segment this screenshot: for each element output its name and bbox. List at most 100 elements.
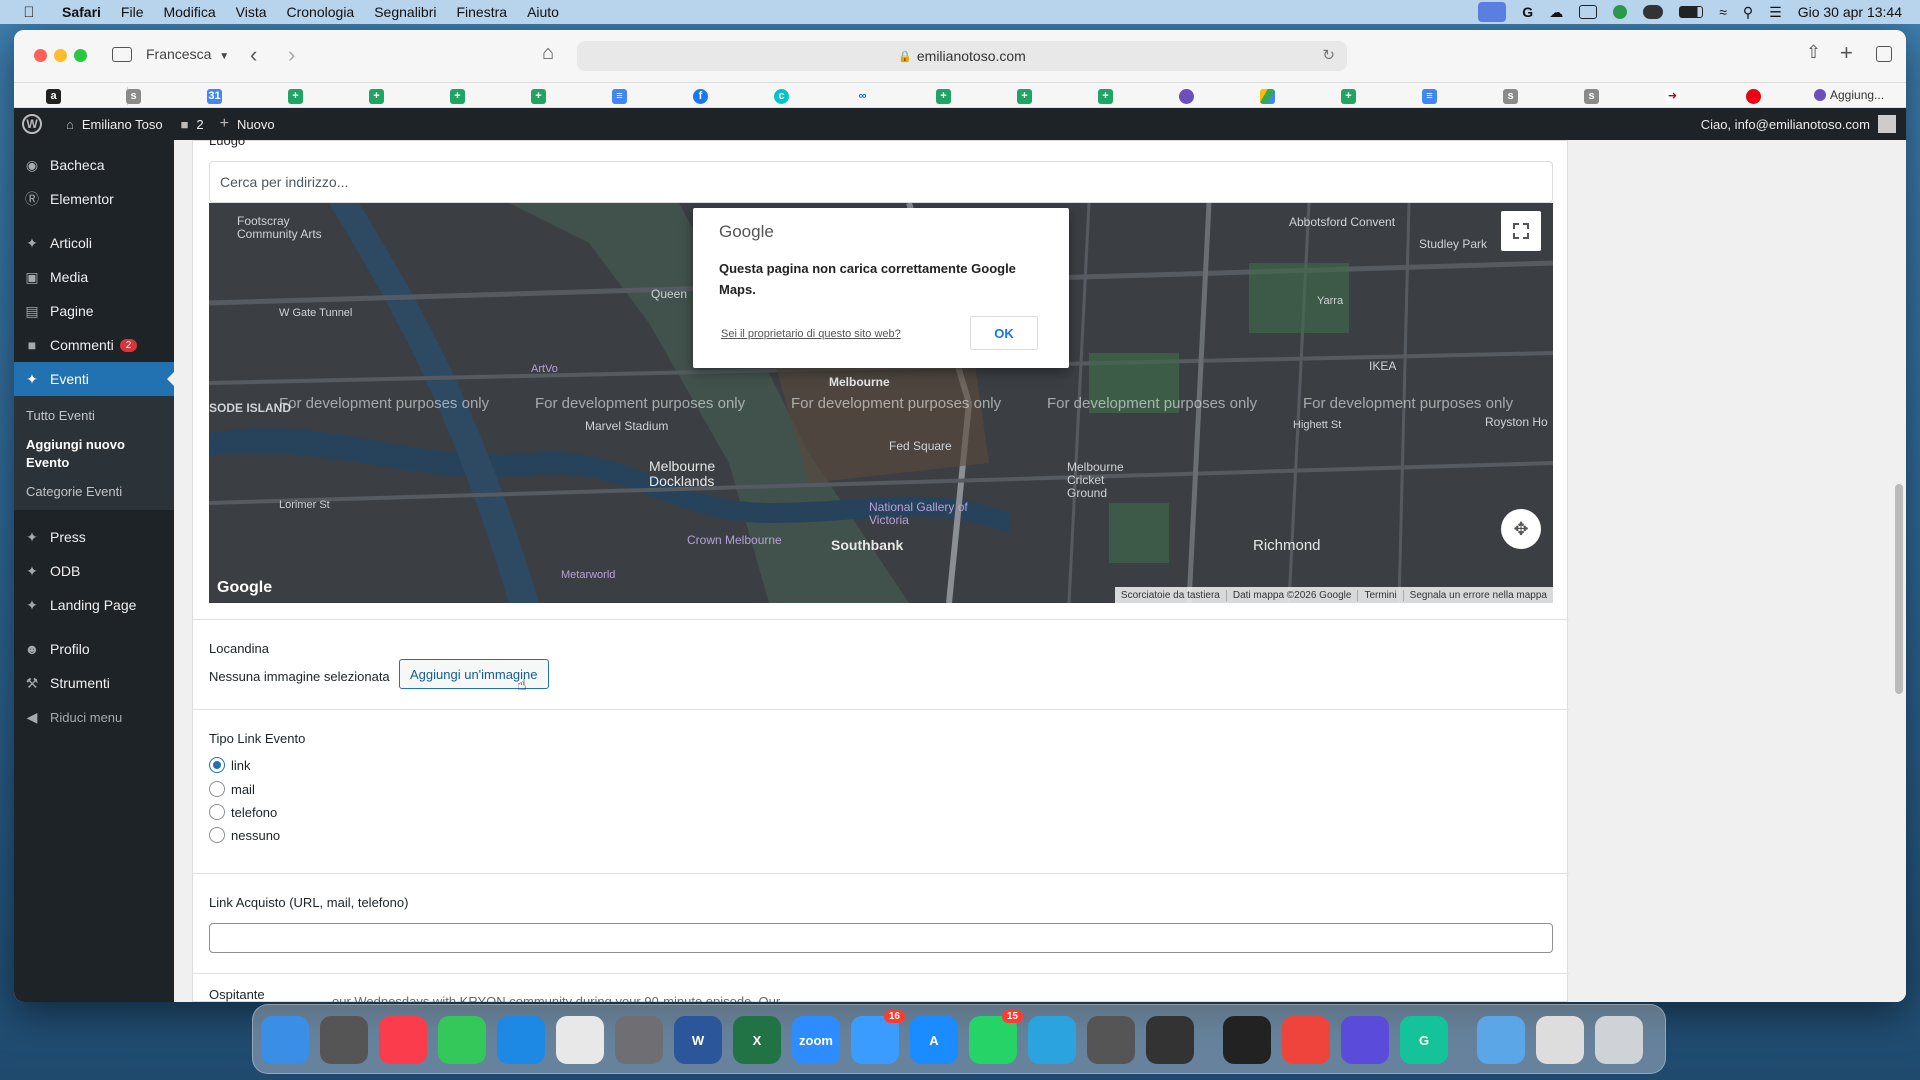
wordpress-logo-icon[interactable]: W	[22, 114, 42, 134]
red-bookmark-icon[interactable]	[1746, 89, 1761, 104]
sidebar-item-articoli[interactable]: ✦ Articoli	[14, 226, 174, 260]
forward-icon[interactable]: ›	[288, 42, 295, 68]
sidebar-item-eventi[interactable]: ✦ Eventi	[14, 362, 174, 396]
menu-modifica[interactable]: Modifica	[163, 4, 215, 20]
sheets-bookmark-icon[interactable]: +	[288, 89, 303, 104]
dock-whatsapp-icon[interactable]: 15	[969, 1010, 1023, 1064]
sidebar-item-media[interactable]: ▣ Media	[14, 260, 174, 294]
radio-nessuno[interactable]: nessuno	[209, 827, 280, 843]
green-status-icon[interactable]	[1613, 5, 1628, 19]
terms-link[interactable]: Termini	[1358, 589, 1404, 601]
drive-bookmark-icon[interactable]	[1260, 89, 1275, 104]
sheets-bookmark-icon[interactable]: +	[450, 89, 465, 104]
menu-app-name[interactable]: Safari	[62, 4, 101, 20]
docs-bookmark-icon[interactable]: ≡	[1422, 89, 1437, 104]
dock-grammarly-app-icon[interactable]: G	[1400, 1016, 1448, 1064]
submenu-tutto-eventi[interactable]: Tutto Eventi	[26, 408, 95, 423]
dock-launchpad-icon[interactable]	[320, 1016, 368, 1064]
report-error-link[interactable]: Segnala un errore nella mappa	[1404, 590, 1553, 601]
sidebar-item-press[interactable]: ✦ Press	[14, 520, 174, 554]
dock-excel-icon[interactable]: X	[733, 1016, 781, 1064]
dock-safari-icon[interactable]	[497, 1016, 545, 1064]
radio-circle[interactable]	[209, 781, 225, 797]
address-bar[interactable]: 🔒 emilianotoso.com ↻	[577, 41, 1347, 71]
menu-vista[interactable]: Vista	[236, 4, 267, 20]
add-bookmark-link[interactable]: Aggiung...	[1814, 88, 1884, 102]
new-content-link[interactable]: Nuovo	[237, 117, 275, 132]
comments-icon[interactable]: ■	[181, 117, 189, 132]
radio-circle[interactable]	[209, 757, 225, 773]
screen-share-icon[interactable]	[1478, 2, 1507, 22]
dock-anydesk-icon[interactable]	[1282, 1016, 1330, 1064]
cloud-icon[interactable]: ☁	[1549, 4, 1563, 21]
menu-file[interactable]: File	[121, 4, 144, 20]
dock-zoom-icon[interactable]: zoom	[792, 1016, 840, 1064]
share-icon[interactable]: ⇧	[1806, 42, 1821, 63]
meta-bookmark-icon[interactable]: ∞	[855, 89, 870, 104]
radio-mail[interactable]: mail	[209, 781, 255, 797]
dock-finder-icon[interactable]	[261, 1016, 309, 1064]
battery-icon[interactable]	[1679, 6, 1704, 18]
fullscreen-button[interactable]	[1501, 211, 1541, 251]
sheets-bookmark-icon[interactable]: +	[936, 89, 951, 104]
dock-preview-window-icon[interactable]	[1536, 1016, 1584, 1064]
back-icon[interactable]: ‹	[250, 42, 257, 68]
menu-segnalibri[interactable]: Segnalibri	[374, 4, 436, 20]
sheets-bookmark-icon[interactable]: +	[1098, 89, 1113, 104]
sheets-bookmark-icon[interactable]: +	[369, 89, 384, 104]
home-icon[interactable]: ⌂	[542, 42, 554, 65]
minimize-window-button[interactable]	[54, 49, 67, 62]
dock-printer-icon[interactable]	[1087, 1016, 1135, 1064]
dialog-ok-button[interactable]: OK	[970, 316, 1038, 350]
amazon-bookmark-icon[interactable]: a	[46, 89, 61, 104]
new-tab-icon[interactable]: +	[1840, 40, 1853, 66]
control-center-icon[interactable]: ☰	[1769, 4, 1782, 21]
sidebar-item-landing-page[interactable]: ✦ Landing Page	[14, 588, 174, 622]
bookmark-s-icon[interactable]: s	[126, 89, 141, 104]
dock-downloads-folder-icon[interactable]	[1477, 1016, 1525, 1064]
sidebar-item-strumenti[interactable]: ⚒ Strumenti	[14, 666, 174, 700]
menu-aiuto[interactable]: Aiuto	[527, 4, 559, 20]
bookmark-s-icon[interactable]: s	[1503, 89, 1518, 104]
message-icon[interactable]	[1579, 5, 1598, 19]
dock-photo-booth-icon[interactable]	[1146, 1016, 1194, 1064]
sheets-bookmark-icon[interactable]: +	[1341, 89, 1356, 104]
sidebar-item-pagine[interactable]: ▤ Pagine	[14, 294, 174, 328]
sidebar-toggle-icon[interactable]	[112, 47, 132, 62]
dock-stack-app-icon[interactable]	[1341, 1016, 1389, 1064]
scrollbar-thumb[interactable]	[1895, 484, 1903, 694]
radio-circle[interactable]	[209, 804, 225, 820]
map-search-input[interactable]: Cerca per indirizzo...	[209, 161, 1553, 203]
sidebar-item-odb[interactable]: ✦ ODB	[14, 554, 174, 588]
menu-finestra[interactable]: Finestra	[456, 4, 507, 20]
dock-music-icon[interactable]	[379, 1016, 427, 1064]
dock-quicktime-icon[interactable]	[1223, 1016, 1271, 1064]
google-map[interactable]: Footscray Community Arts Abbotsford Conv…	[209, 203, 1553, 603]
site-home-icon[interactable]: ⌂	[66, 117, 74, 132]
sidebar-item-bacheca[interactable]: ◉ Bacheca	[14, 148, 174, 182]
sheets-bookmark-icon[interactable]: +	[531, 89, 546, 104]
grammarly-icon[interactable]: G	[1522, 4, 1533, 20]
submenu-categorie-eventi[interactable]: Categorie Eventi	[26, 484, 122, 499]
sidebar-item-profilo[interactable]: ☻ Profilo	[14, 632, 174, 666]
radio-link[interactable]: link	[209, 757, 251, 773]
apple-icon[interactable]: 	[18, 4, 40, 21]
radio-circle[interactable]	[209, 827, 225, 843]
keyboard-shortcuts-link[interactable]: Scorciatoie da tastiera	[1115, 589, 1227, 601]
dock-system-settings-icon[interactable]	[615, 1016, 663, 1064]
account-greeting[interactable]: Ciao, info@emilianotoso.com	[1701, 117, 1870, 132]
plus-icon[interactable]: +	[220, 115, 229, 133]
dock-trash-icon[interactable]	[1595, 1016, 1643, 1064]
page-scrollbar[interactable]	[1892, 140, 1906, 1002]
bookmark-s-icon[interactable]: s	[1584, 89, 1599, 104]
sidebar-item-elementor[interactable]: Ⓡ Elementor	[14, 182, 174, 216]
tab-overview-icon[interactable]	[1876, 46, 1892, 62]
sidebar-item-commenti[interactable]: ■ Commenti 2	[14, 328, 174, 362]
reload-icon[interactable]: ↻	[1322, 46, 1335, 64]
spotlight-search-icon[interactable]: ⚲	[1743, 4, 1753, 21]
comments-count[interactable]: 2	[196, 117, 203, 132]
dock-app-store-icon[interactable]: A	[910, 1016, 958, 1064]
avatar[interactable]	[1878, 115, 1896, 133]
dock-messages-icon[interactable]	[438, 1016, 486, 1064]
dock-telegram-icon[interactable]	[1028, 1016, 1076, 1064]
